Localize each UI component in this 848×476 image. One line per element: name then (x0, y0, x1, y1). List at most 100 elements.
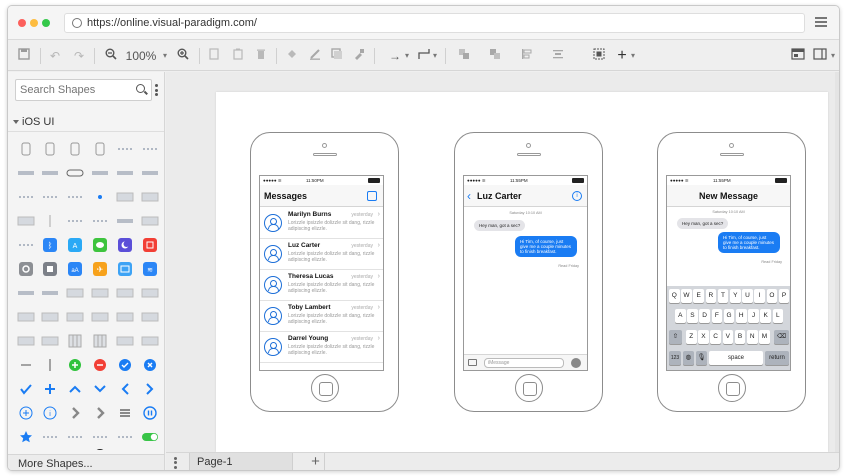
keypad-shape-icon[interactable] (90, 332, 110, 350)
block-shape-icon[interactable] (16, 308, 36, 326)
key-v[interactable]: V (722, 330, 734, 344)
camera-icon[interactable] (468, 359, 477, 366)
control-shape-icon[interactable] (16, 188, 36, 206)
star-icon[interactable] (16, 428, 36, 446)
key-e[interactable]: E (693, 289, 704, 303)
shadow-icon[interactable] (330, 48, 344, 64)
bar-shape-icon[interactable] (40, 164, 60, 182)
list-item[interactable]: Marilyn Burns yesterday › Lorizzle ipsiz… (260, 208, 383, 239)
key-s[interactable]: S (687, 309, 698, 323)
key-z[interactable]: Z (686, 330, 697, 344)
plus-circle-icon[interactable] (16, 404, 36, 422)
panel-icon[interactable] (791, 48, 805, 64)
key-p[interactable]: P (778, 289, 790, 303)
pill-shape-icon[interactable] (65, 164, 85, 182)
control-shape-icon[interactable] (40, 428, 60, 446)
block-shape-icon[interactable] (90, 308, 110, 326)
control-shape-icon[interactable] (65, 188, 85, 206)
distribute-icon[interactable] (551, 48, 565, 64)
insert-dropdown-icon[interactable]: ▾ (630, 48, 636, 64)
block-shape-icon[interactable] (90, 284, 110, 302)
device-shape-icon[interactable] (90, 140, 110, 158)
sidebar-options-icon[interactable] (155, 84, 158, 96)
keypad-shape-icon[interactable] (65, 332, 85, 350)
bar-shape-icon[interactable] (40, 284, 60, 302)
group-icon[interactable] (592, 48, 606, 64)
browser-menu-icon[interactable] (815, 17, 827, 27)
control-shape-icon[interactable] (40, 188, 60, 206)
list-item[interactable]: Darrel Young yesterday › Lorizzle ipsizz… (260, 332, 383, 363)
to-back-icon[interactable] (488, 48, 502, 64)
bar-shape-icon[interactable] (140, 164, 160, 182)
control-shape-icon[interactable] (16, 236, 36, 254)
shift-key[interactable]: ⇧ (669, 330, 682, 344)
device-shape-icon[interactable] (16, 140, 36, 158)
list-item[interactable]: Theresa Lucas yesterday › Lorizzle ipsiz… (260, 270, 383, 301)
waypoint-dropdown-icon[interactable]: ▾ (432, 48, 438, 64)
space-key[interactable]: space (709, 351, 763, 365)
block-shape-icon[interactable] (140, 188, 160, 206)
block-shape-icon[interactable] (40, 332, 60, 350)
chevron-up-icon[interactable] (65, 380, 85, 398)
info-icon[interactable]: i (572, 191, 582, 201)
settings-icon[interactable] (16, 260, 36, 278)
search-icon[interactable] (136, 84, 145, 93)
save-icon[interactable] (17, 48, 31, 64)
control-shape-icon[interactable] (115, 140, 135, 158)
chevron-down-icon[interactable] (90, 380, 110, 398)
list-item[interactable]: Luz Carter yesterday › Lorizzle ipsizzle… (260, 239, 383, 270)
vertical-scrollbar[interactable] (835, 72, 839, 452)
chevron-left-icon[interactable] (115, 380, 135, 398)
control-shape-icon[interactable] (90, 212, 110, 230)
key-h[interactable]: H (736, 309, 747, 323)
globe-key[interactable]: ◍ (683, 351, 694, 365)
mail-icon[interactable] (115, 260, 135, 278)
bar-shape-icon[interactable] (115, 212, 135, 230)
diagram-canvas[interactable]: ●●●●● ≋ 11:50PM Messages Marilyn Burns y… (166, 72, 839, 452)
toggle-icon[interactable] (140, 428, 160, 446)
iphone-chat[interactable]: ●●●●● ≋ 11:55PM ‹ Luz Carter i Saturday … (454, 132, 603, 412)
control-shape-icon[interactable] (140, 140, 160, 158)
waypoint-icon[interactable] (417, 48, 431, 64)
key-a[interactable]: A (675, 309, 686, 323)
bar-shape-icon[interactable] (115, 164, 135, 182)
block-shape-icon[interactable] (40, 308, 60, 326)
control-shape-icon[interactable] (40, 446, 60, 450)
key-b[interactable]: B (734, 330, 746, 344)
close-circle-icon[interactable] (140, 356, 160, 374)
bar-shape-icon[interactable] (16, 284, 36, 302)
bar-shape-icon[interactable] (90, 164, 110, 182)
compose-icon[interactable] (367, 191, 377, 201)
block-shape-icon[interactable] (65, 284, 85, 302)
key-r[interactable]: R (705, 289, 717, 303)
key-t[interactable]: T (717, 289, 729, 303)
control-shape-icon[interactable] (90, 428, 110, 446)
key-q[interactable]: Q (669, 289, 680, 303)
key-l[interactable]: L (772, 309, 784, 323)
key-d[interactable]: D (699, 309, 710, 323)
divider-shape-icon[interactable] (40, 212, 60, 230)
block-shape-icon[interactable] (115, 188, 135, 206)
redo-icon[interactable]: ↷ (72, 48, 86, 64)
iphone-messages[interactable]: ●●●●● ≋ 11:50PM Messages Marilyn Burns y… (250, 132, 399, 412)
block-shape-icon[interactable] (140, 308, 160, 326)
zoom-in-icon[interactable] (176, 48, 190, 64)
back-chevron-icon[interactable]: ‹ (467, 185, 471, 207)
menu-icon[interactable] (115, 404, 135, 422)
home-button[interactable] (310, 374, 339, 402)
more-shapes-button[interactable]: More Shapes... (8, 454, 164, 470)
layout-icon[interactable] (813, 48, 827, 64)
layout-dropdown-icon[interactable]: ▾ (830, 48, 836, 64)
remove-red-icon[interactable] (90, 356, 110, 374)
microphone-key[interactable]: 🎙 (696, 351, 707, 365)
page-menu-icon[interactable] (174, 457, 177, 469)
return-key[interactable]: return (765, 351, 789, 365)
chevron-right-gray-icon[interactable] (90, 404, 110, 422)
key-j[interactable]: J (748, 309, 759, 323)
list-item[interactable]: Toby Lambert yesterday › Lorizzle ipsizz… (260, 301, 383, 332)
key-k[interactable]: K (760, 309, 771, 323)
key-i[interactable]: I (754, 289, 765, 303)
save-app-icon[interactable] (40, 260, 60, 278)
key-g[interactable]: G (723, 309, 735, 323)
paste-icon[interactable] (232, 48, 244, 64)
